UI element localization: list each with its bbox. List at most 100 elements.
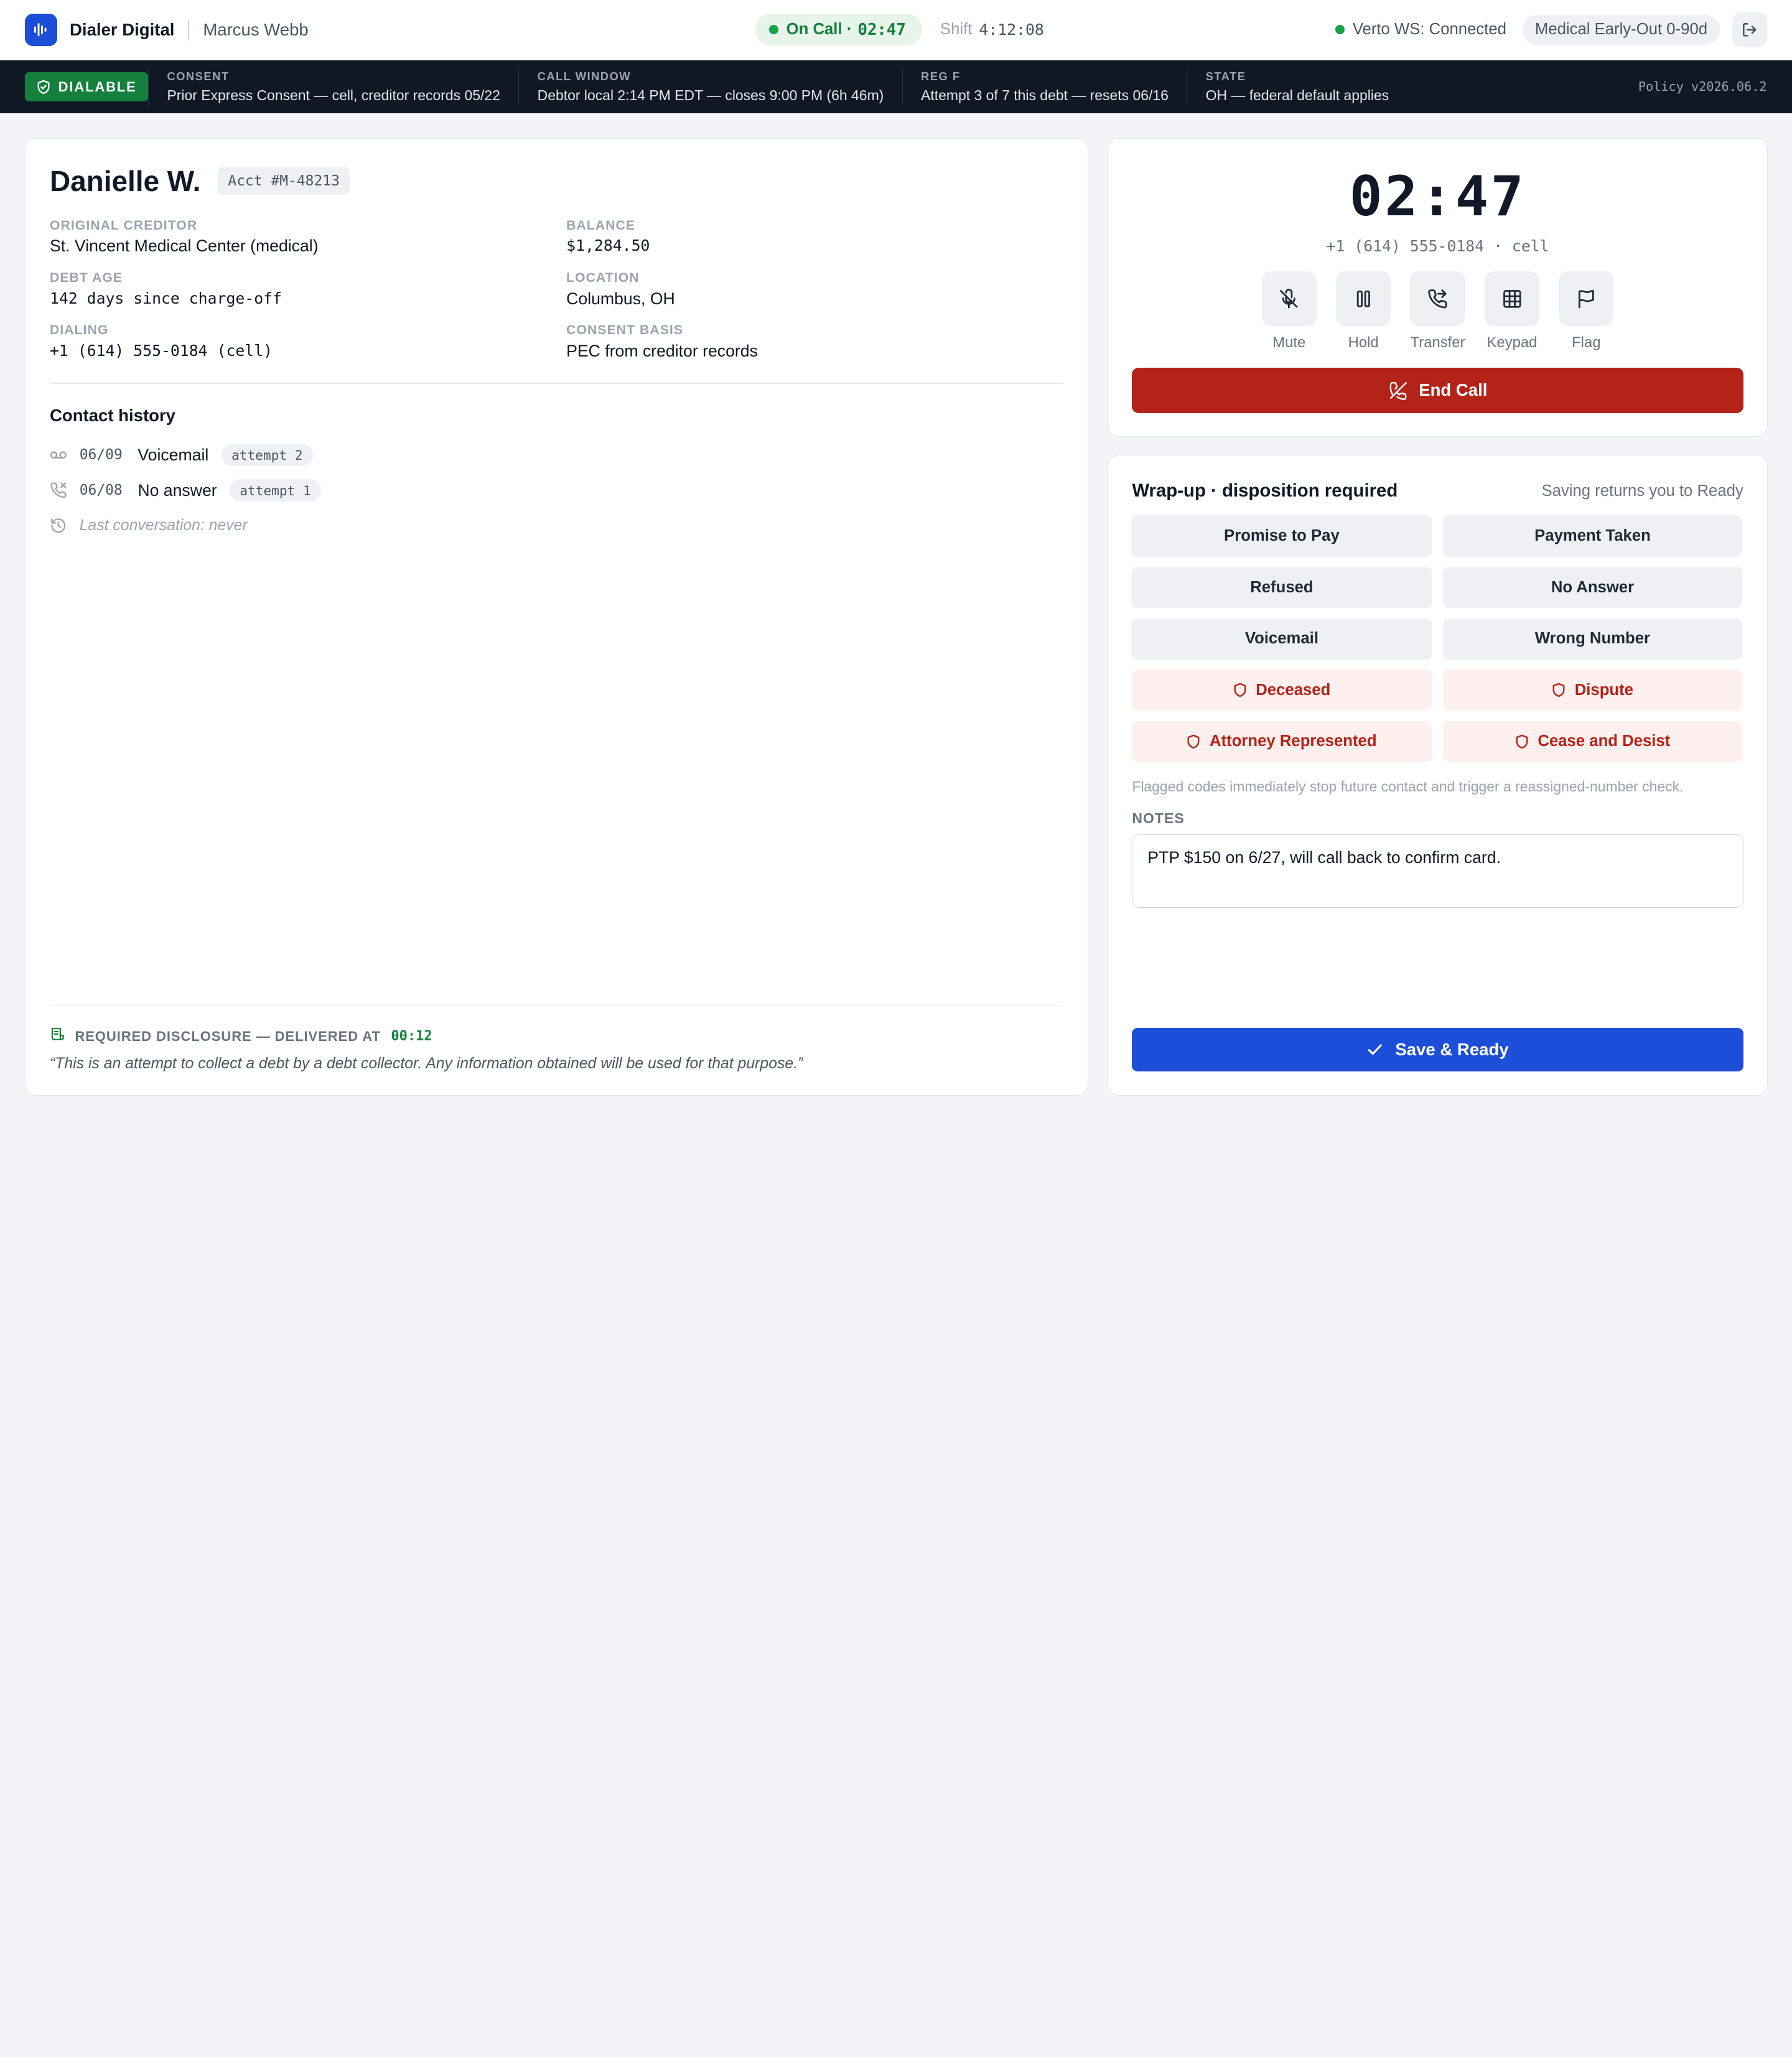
contact-history-title: Contact history bbox=[49, 405, 175, 425]
transfer-control: Transfer bbox=[1410, 271, 1465, 352]
disposition-no-answer[interactable]: No Answer bbox=[1442, 567, 1743, 609]
debtor-card: Danielle W. Acct #M-48213 ORIGINAL CREDI… bbox=[25, 138, 1088, 1096]
divider bbox=[188, 19, 190, 40]
state-item: STATE OH — federal default applies bbox=[1187, 68, 1407, 105]
call-number: +1 (614) 555-0184 · cell bbox=[1326, 237, 1549, 256]
call-timer: 02:47 bbox=[1349, 164, 1526, 228]
consent-label: CONSENT bbox=[167, 70, 230, 83]
flag-label: Flag bbox=[1572, 334, 1601, 352]
waveform-icon bbox=[25, 14, 57, 46]
history-last: Last conversation: never bbox=[50, 515, 1063, 538]
call-status: On Call · 02:47 Shift 4:12:08 bbox=[755, 14, 1044, 46]
disposition-deceased[interactable]: Deceased bbox=[1132, 669, 1432, 711]
reg-f-label: REG F bbox=[921, 70, 961, 83]
disposition-payment-taken[interactable]: Payment Taken bbox=[1442, 515, 1743, 557]
balance-field: BALANCE $1,284.50 bbox=[566, 218, 1063, 256]
on-call-badge: On Call · 02:47 bbox=[755, 14, 922, 46]
agent-name: Marcus Webb bbox=[203, 20, 309, 40]
flag-note: Flagged codes immediately stop future co… bbox=[1132, 778, 1684, 795]
compliance-bar: DIALABLE CONSENT Prior Express Consent —… bbox=[0, 60, 1792, 113]
original-creditor-value: St. Vincent Medical Center (medical) bbox=[49, 236, 319, 256]
notes-input[interactable]: PTP $150 on 6/27, will call back to conf… bbox=[1132, 834, 1743, 908]
contact-history-list: 06/09 Voicemail attempt 2 06/08 No answe… bbox=[50, 444, 1063, 538]
script-icon bbox=[50, 1026, 66, 1047]
policy-version: Policy v2026.06.2 bbox=[1638, 78, 1767, 94]
shield-icon bbox=[1234, 683, 1246, 697]
disposition-label: Attorney Represented bbox=[1210, 732, 1377, 750]
call-controls: Mute Hold Transfer Keypad Flag bbox=[1108, 271, 1768, 352]
field-label: LOCATION bbox=[566, 271, 640, 286]
wrapup-hint: Saving returns you to Ready bbox=[1541, 482, 1743, 500]
hold-label: Hold bbox=[1348, 334, 1379, 352]
account-badge: Acct #M-48213 bbox=[217, 167, 350, 195]
logout-icon bbox=[1743, 22, 1757, 37]
disposition-refused[interactable]: Refused bbox=[1132, 567, 1432, 609]
disclosure-label: REQUIRED DISCLOSURE — DELIVERED AT bbox=[75, 1028, 381, 1044]
shield-icon bbox=[1516, 734, 1528, 749]
status-time: 02:47 bbox=[857, 20, 906, 39]
hold-button[interactable] bbox=[1336, 271, 1391, 327]
transfer-button[interactable] bbox=[1410, 271, 1465, 327]
state-value: OH — federal default applies bbox=[1205, 86, 1389, 103]
shield-icon bbox=[1187, 734, 1200, 749]
original-creditor-field: ORIGINAL CREDITOR St. Vincent Medical Ce… bbox=[50, 218, 566, 256]
shift-time: 4:12:08 bbox=[979, 21, 1044, 39]
disclosure-time: 00:12 bbox=[391, 1028, 432, 1045]
transfer-label: Transfer bbox=[1410, 334, 1465, 352]
debt-age-value: 142 days since charge-off bbox=[49, 289, 282, 307]
reg-f-item: REG F Attempt 3 of 7 this debt — resets … bbox=[902, 68, 1187, 105]
campaign-badge[interactable]: Medical Early-Out 0-90d bbox=[1522, 14, 1720, 45]
phone-missed-icon bbox=[50, 482, 68, 499]
call-window-value: Debtor local 2:14 PM EDT — closes 9:00 P… bbox=[537, 86, 884, 103]
dialer-app: Dialer Digital Marcus Webb On Call · 02:… bbox=[0, 0, 1792, 1120]
phone-forward-icon bbox=[1428, 289, 1447, 309]
disposition-cease-and-desist[interactable]: Cease and Desist bbox=[1442, 721, 1743, 763]
flag-control: Flag bbox=[1559, 271, 1614, 352]
consent-basis-value: PEC from creditor records bbox=[566, 341, 758, 360]
keypad-icon bbox=[1503, 289, 1521, 308]
shield-check-icon bbox=[37, 80, 50, 94]
consent-basis-field: CONSENT BASIS PEC from creditor records bbox=[566, 323, 1063, 361]
wrapup-card: Wrap-up · disposition required Saving re… bbox=[1107, 455, 1768, 1096]
mic-off-icon bbox=[1280, 289, 1299, 309]
notes-label: NOTES bbox=[1132, 809, 1185, 826]
history-date: 06/09 bbox=[79, 447, 123, 464]
disposition-dispute[interactable]: Dispute bbox=[1442, 669, 1743, 711]
history-type: No answer bbox=[138, 480, 217, 500]
attempt-badge: attempt 1 bbox=[229, 479, 322, 502]
field-label: BALANCE bbox=[566, 218, 636, 233]
disposition-grid: Promise to Pay Payment Taken Refused No … bbox=[1132, 515, 1743, 763]
shield-icon bbox=[1552, 683, 1565, 697]
disposition-voicemail[interactable]: Voicemail bbox=[1132, 618, 1432, 660]
location-value: Columbus, OH bbox=[566, 289, 675, 308]
location-field: LOCATION Columbus, OH bbox=[566, 271, 1063, 309]
save-ready-button[interactable]: Save & Ready bbox=[1132, 1028, 1743, 1071]
reg-f-value: Attempt 3 of 7 this debt — resets 06/16 bbox=[921, 86, 1169, 103]
keypad-button[interactable] bbox=[1484, 271, 1539, 327]
disposition-attorney-represented[interactable]: Attorney Represented bbox=[1132, 721, 1432, 763]
call-window-label: CALL WINDOW bbox=[537, 70, 632, 83]
call-window-item: CALL WINDOW Debtor local 2:14 PM EDT — c… bbox=[518, 68, 902, 105]
flag-button[interactable] bbox=[1559, 271, 1614, 327]
debt-age-field: DEBT AGE 142 days since charge-off bbox=[50, 271, 566, 309]
keypad-label: Keypad bbox=[1486, 334, 1538, 352]
dialing-value: +1 (614) 555-0184 (cell) bbox=[49, 341, 273, 360]
check-icon bbox=[1368, 1044, 1383, 1055]
debtor-fields: ORIGINAL CREDITOR St. Vincent Medical Ce… bbox=[50, 218, 1063, 361]
last-conversation: Last conversation: never bbox=[79, 517, 248, 534]
end-call-button[interactable]: End Call bbox=[1132, 367, 1743, 414]
logout-button[interactable] bbox=[1732, 12, 1767, 47]
disposition-promise-to-pay[interactable]: Promise to Pay bbox=[1132, 515, 1432, 557]
disposition-wrong-number[interactable]: Wrong Number bbox=[1442, 618, 1743, 660]
pause-icon bbox=[1356, 290, 1370, 307]
divider bbox=[49, 382, 1063, 384]
status-label: On Call · bbox=[786, 21, 852, 39]
disposition-label: Dispute bbox=[1574, 681, 1633, 699]
end-call-label: End Call bbox=[1419, 380, 1488, 400]
required-disclosure: REQUIRED DISCLOSURE — DELIVERED AT 00:12… bbox=[49, 1004, 1063, 1073]
history-type: Voicemail bbox=[138, 445, 209, 464]
mute-button[interactable] bbox=[1261, 271, 1317, 327]
dialable-badge: DIALABLE bbox=[25, 72, 149, 102]
history-icon bbox=[50, 517, 68, 534]
disposition-label: Cease and Desist bbox=[1538, 732, 1671, 750]
